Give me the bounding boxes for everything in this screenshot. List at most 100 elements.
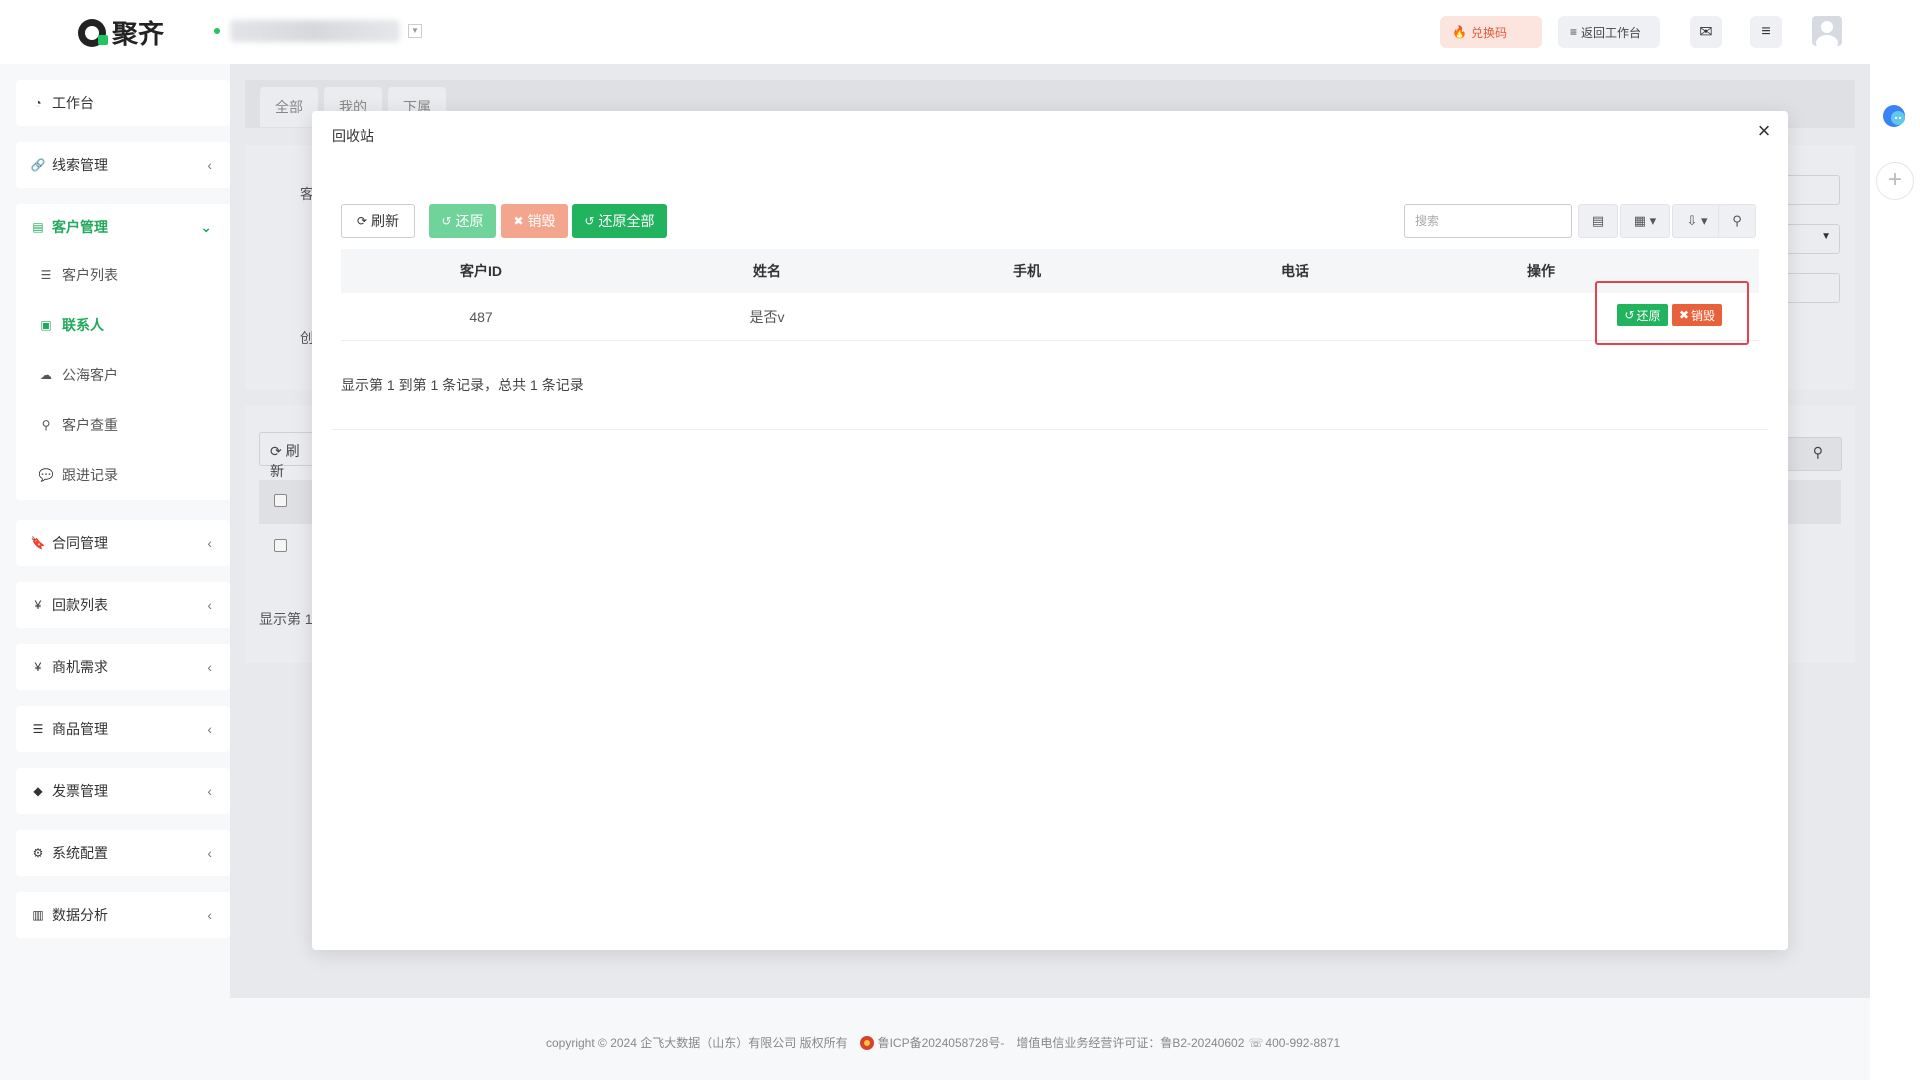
cell-phone [1219,293,1371,341]
chevron-left-icon: ‹ [207,659,212,675]
bookmark-icon: 🔖 [30,536,46,550]
sidebar-item-label: 客户管理 [52,219,108,235]
gears-icon: ⚙ [32,846,44,860]
background-summary: 显示第 1 [259,611,313,627]
sidebar-item-label: 系统配置 [52,845,108,861]
tab-all[interactable]: 全部 [260,87,318,127]
background-row-checkbox[interactable] [274,494,287,507]
sidebar-subitem-label: 客户查重 [62,417,118,433]
chevron-left-icon: ‹ [207,597,212,613]
sidebar-item-analytics[interactable]: ▥ 数据分析 ‹ [16,892,230,938]
logo[interactable]: 聚齐 [78,14,164,51]
columns-button[interactable]: ▦ ▾ [1620,204,1670,238]
caret-down-icon[interactable]: ▼ [408,24,422,38]
background-input[interactable] [1780,273,1840,303]
row-destroy-label: 销毁 [1691,308,1716,323]
background-row-checkbox[interactable] [274,539,287,552]
table-row[interactable]: 487 是否v [341,293,1759,341]
download-icon: ⇩ ▾ [1686,213,1708,228]
sidebar-item-contracts[interactable]: 🔖 合同管理 ‹ [16,520,230,566]
chat-bot-icon[interactable] [1882,104,1908,128]
background-input[interactable] [1780,175,1840,205]
row-destroy-button[interactable]: ✖ 销毁 [1672,304,1722,326]
chevron-left-icon: ‹ [207,535,212,551]
search-icon: ⚲ [1812,444,1823,460]
cell-mobile [951,293,1103,341]
search-input[interactable] [1404,204,1572,238]
close-icon[interactable]: × [1754,120,1774,142]
chevron-left-icon: ‹ [207,907,212,923]
logo-text: 聚齐 [112,19,165,49]
x-icon: ✖ [513,214,524,228]
redeem-code-button[interactable]: 🔥 兑换码 [1440,16,1542,48]
sidebar-item-customers[interactable]: ▤ 客户管理 ⌄ [16,204,230,250]
sidebar-subitem-contacts[interactable]: ▣ 联系人 [16,300,230,350]
menu-button[interactable]: ≡ [1750,16,1782,48]
list-icon: ☰ [40,268,52,282]
grid-icon: ▦ ▾ [1633,213,1657,228]
police-badge-icon [859,1035,874,1050]
restore-button[interactable]: ↺ 还原 [429,204,496,238]
avatar[interactable] [1812,16,1842,46]
table-icon: ▤ [1591,213,1605,228]
company-name-redacted [230,20,400,42]
column-header[interactable]: 电话 [1219,249,1371,293]
column-header[interactable]: 姓名 [691,249,843,293]
dashboard-icon: ◔ [34,96,42,110]
sidebar-item-workbench[interactable]: ◔ 工作台 [16,80,230,126]
pagination-summary: 显示第 1 到第 1 条记录，总共 1 条记录 [341,377,584,393]
sidebar-subitem-label: 跟进记录 [62,467,118,483]
sidebar-item-invoices[interactable]: ◆ 发票管理 ‹ [16,768,230,814]
chevron-left-icon: ‹ [207,157,212,173]
sidebar-item-label: 工作台 [52,95,94,111]
sidebar-item-leads[interactable]: 🔗 线索管理 ‹ [16,142,230,188]
chevron-left-icon: ‹ [207,721,212,737]
sidebar-item-products[interactable]: ☰ 商品管理 ‹ [16,706,230,752]
column-header[interactable]: 手机 [951,249,1103,293]
sidebar-subitem-label: 客户列表 [62,267,118,283]
footer-icp-link[interactable]: 鲁ICP备2024058728号- [878,1034,1005,1051]
sidebar-subitem-public-customers[interactable]: ☁ 公海客户 [16,350,230,400]
logo-icon [78,18,108,47]
company-selector[interactable]: ▼ [214,20,422,42]
toggle-view-button[interactable]: ▤ [1578,204,1618,238]
status-dot-icon [214,28,220,34]
sidebar-item-payments[interactable]: ¥ 回款列表 ‹ [16,582,230,628]
sidebar-group-customers: ▤ 客户管理 ⌄ ☰ 客户列表 ▣ 联系人 ☁ 公海客户 ⚲ 客户查重 💬 跟进… [16,204,230,500]
restore-all-button[interactable]: ↺ 还原全部 [572,204,667,238]
yen-icon: ¥ [34,660,42,674]
export-button[interactable]: ⇩ ▾ [1672,204,1722,238]
sidebar-subitem-customer-dedup[interactable]: ⚲ 客户查重 [16,400,230,450]
add-plus-icon[interactable]: + [1876,162,1914,200]
caret-down-icon: ▼ [1821,231,1831,242]
refresh-button[interactable]: ⟳ 刷新 [341,204,415,238]
sidebar-subitem-customer-list[interactable]: ☰ 客户列表 [16,250,230,300]
destroy-button[interactable]: ✖ 销毁 [501,204,568,238]
chevron-left-icon: ‹ [207,845,212,861]
undo-icon: ↺ [1624,308,1635,322]
sidebar-item-opportunities[interactable]: ¥ 商机需求 ‹ [16,644,230,690]
footer-phone: 400-992-8871 [1265,1035,1341,1050]
sidebar-item-label: 商机需求 [52,659,108,675]
column-header[interactable]: 客户ID [341,249,621,293]
sidebar-item-settings[interactable]: ⚙ 系统配置 ‹ [16,830,230,876]
sidebar-subitem-followup[interactable]: 💬 跟进记录 [16,450,230,500]
envelope-icon: ✉ [1699,24,1713,41]
divider [332,429,1768,430]
background-refresh-button[interactable]: ⟳ 刷新 [259,432,319,479]
cloud-icon: ☁ [40,368,52,382]
mail-button[interactable]: ✉ [1690,16,1722,48]
search-icon: ⚲ [41,418,51,432]
row-restore-label: 还原 [1636,308,1661,323]
refresh-icon: ⟳ [356,214,368,228]
row-restore-button[interactable]: ↺ 还原 [1617,304,1668,326]
link-icon: 🔗 [30,158,46,172]
phone-icon: ☏ [1248,1035,1264,1050]
modal-title: 回收站 [332,128,374,144]
tag-icon: ◆ [33,784,43,798]
sidebar-item-label: 发票管理 [52,783,108,799]
background-select[interactable]: ▼ [1780,224,1840,254]
back-to-workbench-button[interactable]: ≡ 返回工作台 [1558,16,1660,48]
search-button[interactable]: ⚲ [1718,204,1756,238]
sidebar: ◔ 工作台 🔗 线索管理 ‹ ▤ 客户管理 ⌄ ☰ 客户列表 ▣ 联系人 ☁ 公… [0,64,230,1080]
